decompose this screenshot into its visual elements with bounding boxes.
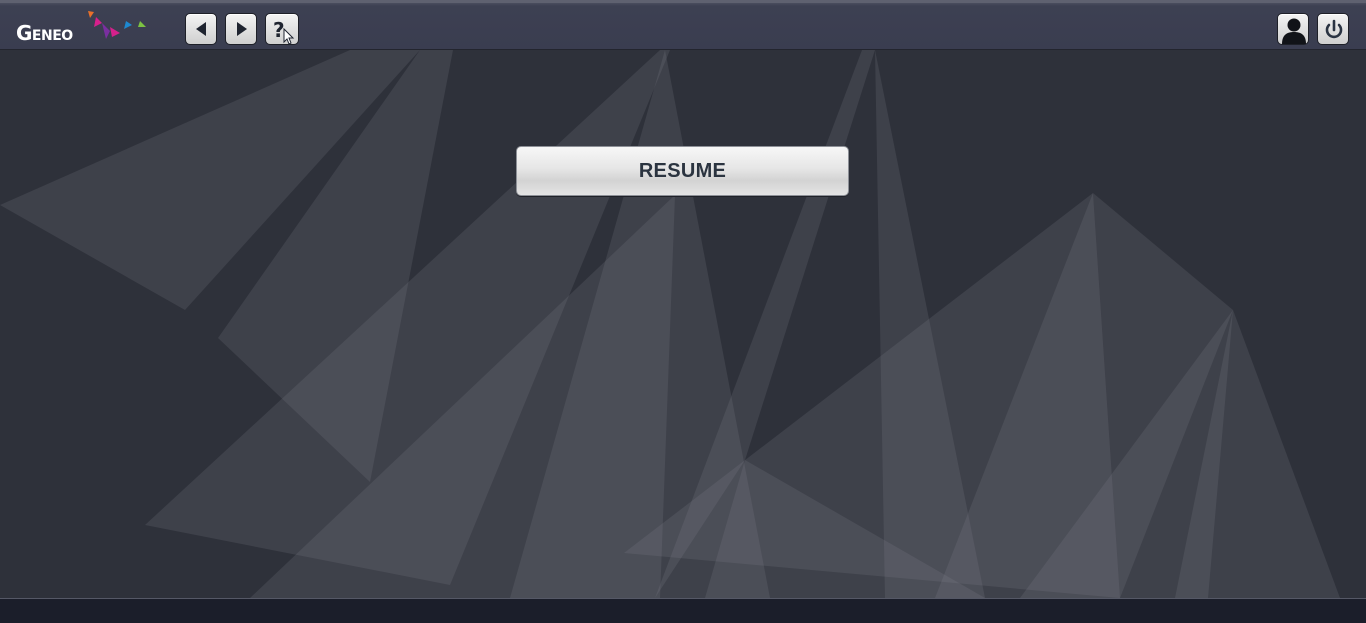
help-button[interactable]: ? <box>265 13 299 45</box>
question-cursor-icon: ? <box>273 18 295 45</box>
power-icon <box>1325 19 1343 39</box>
power-button[interactable] <box>1317 13 1349 45</box>
user-silhouette-icon <box>1282 18 1306 44</box>
logo-triangles-icon <box>88 11 146 39</box>
back-button[interactable] <box>185 13 217 45</box>
resume-button[interactable]: RESUME <box>516 146 849 196</box>
forward-button[interactable] <box>225 13 257 45</box>
user-profile-button[interactable] <box>1277 13 1309 45</box>
top-toolbar: Geneo ? <box>0 0 1366 50</box>
background-pattern <box>0 50 1366 598</box>
triangle-right-icon <box>237 22 247 36</box>
footer-bar <box>0 598 1366 623</box>
logo-text: Geneo <box>16 21 73 45</box>
triangle-left-icon <box>196 22 206 36</box>
svg-text:?: ? <box>273 18 285 42</box>
geneo-logo: Geneo <box>14 9 154 49</box>
app-window: Geneo ? RESUME <box>0 0 1366 623</box>
